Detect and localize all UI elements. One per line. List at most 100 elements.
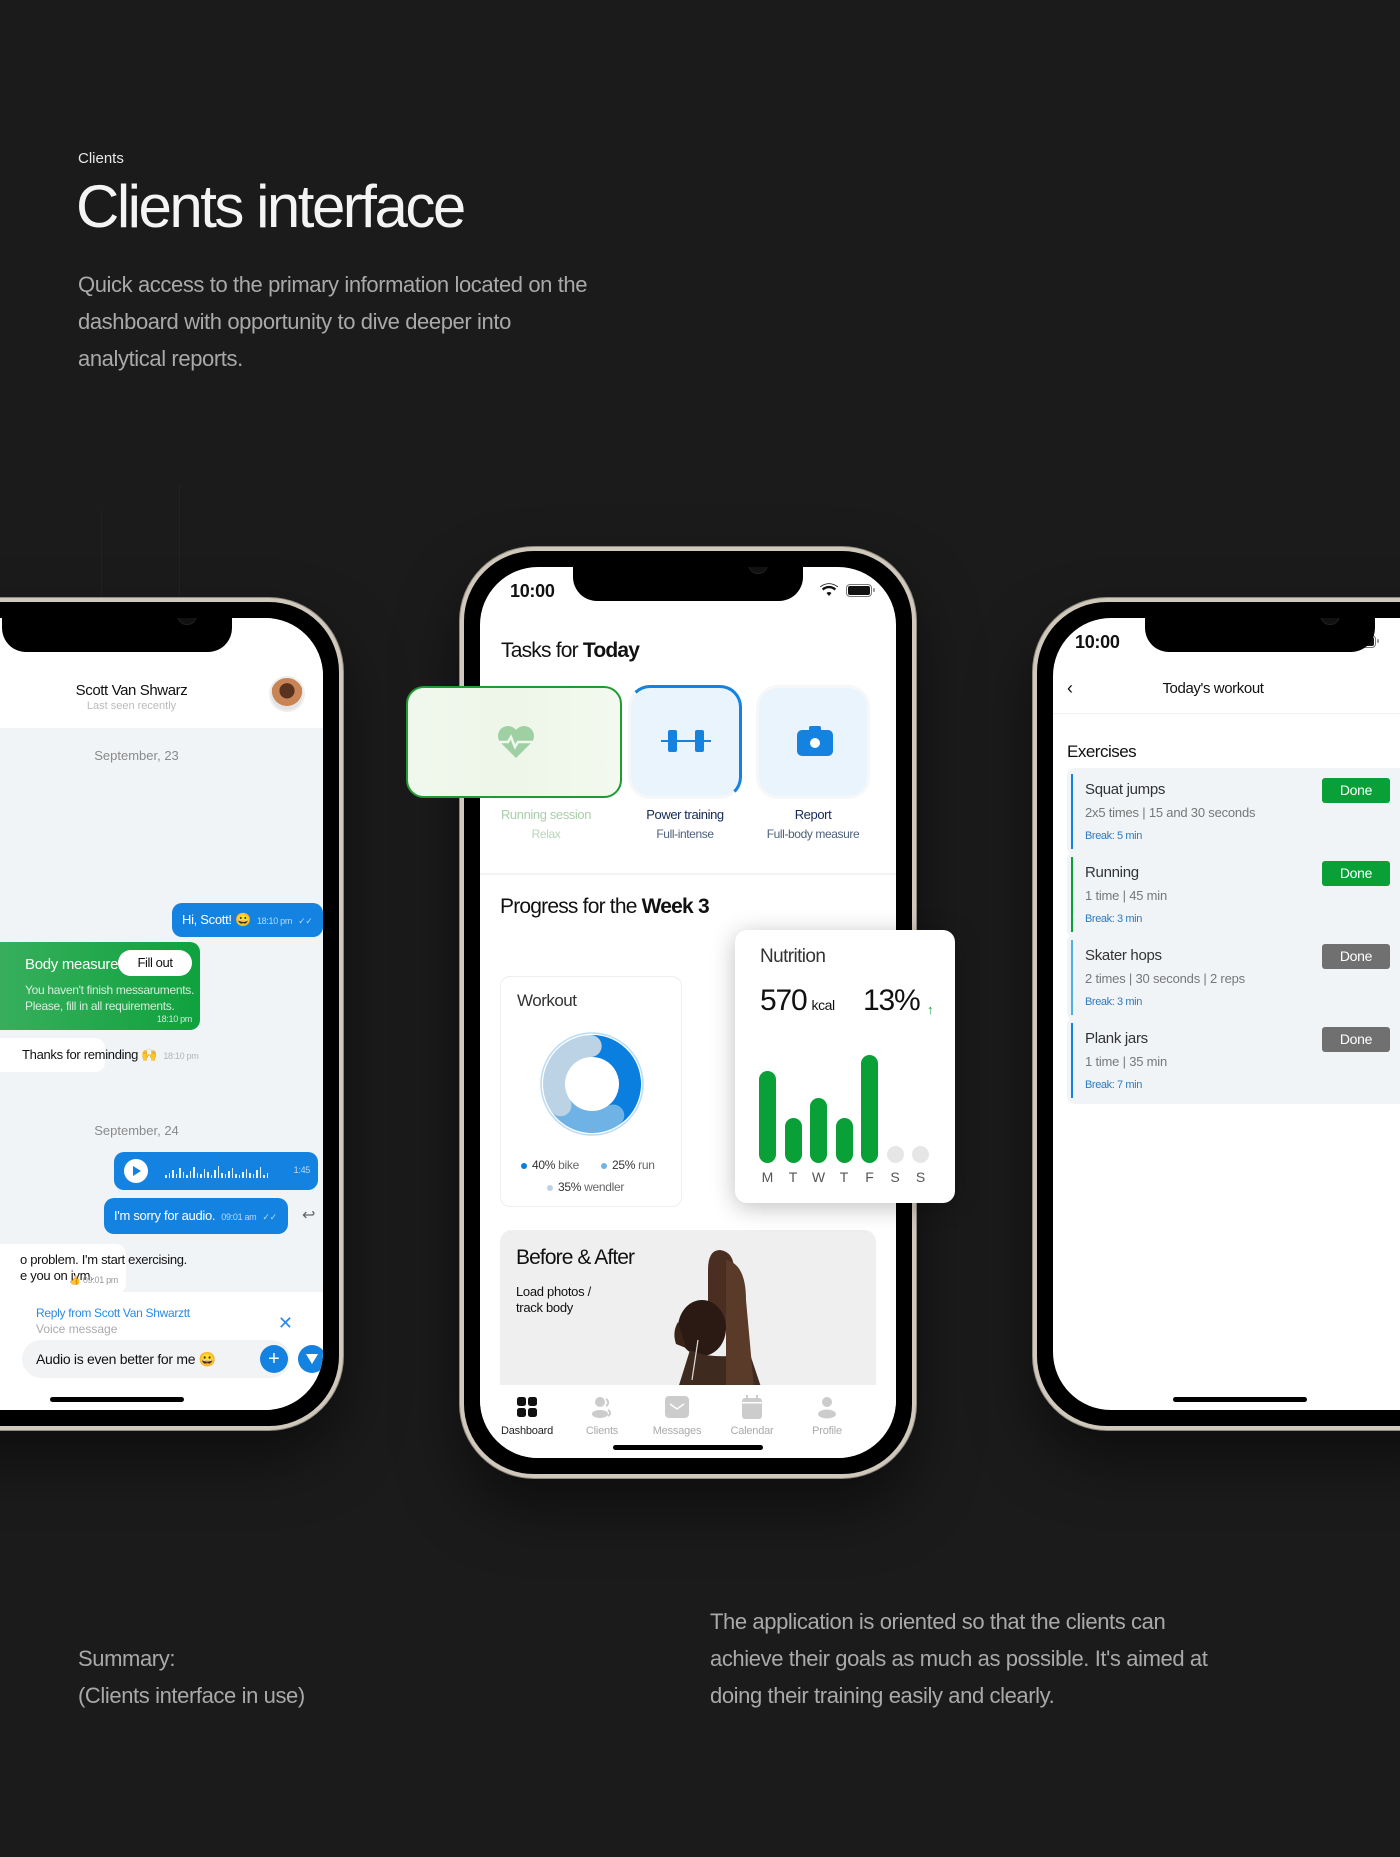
grid-icon	[514, 1395, 540, 1419]
message-time: 18:10 pm	[156, 1014, 192, 1024]
exercise-break: Break: 3 min	[1085, 996, 1142, 1008]
nutrition-bar	[835, 1117, 853, 1163]
camera-icon	[797, 726, 833, 756]
exercise-accent	[1071, 857, 1073, 932]
tasks-title: Tasks for Today	[501, 639, 640, 663]
avatar[interactable]	[269, 676, 305, 712]
done-button[interactable]: Done	[1322, 1027, 1390, 1052]
done-button[interactable]: Done	[1322, 778, 1390, 803]
close-icon[interactable]: ✕	[278, 1314, 293, 1332]
exercise-name: Squat jumps	[1085, 781, 1166, 798]
tab-clients[interactable]: Clients	[565, 1395, 639, 1437]
done-button[interactable]: Done	[1322, 944, 1390, 969]
play-icon[interactable]	[124, 1159, 148, 1183]
exercise-accent	[1071, 940, 1073, 1015]
progress-title: Progress for the Week 3	[500, 895, 710, 919]
exercise-detail: 2 times | 30 seconds | 2 reps	[1085, 971, 1245, 986]
fill-out-button[interactable]: Fill out	[118, 950, 192, 976]
wave-bar	[231, 1168, 234, 1178]
wave-bar	[245, 1169, 248, 1178]
message-time: 18:10 pm	[256, 916, 293, 926]
voice-duration: 1:45	[293, 1165, 311, 1175]
exercise-card[interactable]: Plank jars 1 time | 35 min Break: 7 min Don…	[1067, 1017, 1400, 1104]
bar-label: W	[811, 1169, 826, 1185]
bar-label: S	[915, 1169, 926, 1185]
reply-subtitle: Voice message	[36, 1322, 118, 1336]
message-outgoing[interactable]: I'm sorry for audio. 09:01 am ✓✓	[104, 1198, 288, 1234]
task-label: Running session	[500, 807, 592, 822]
status-time: 10:00	[510, 581, 555, 601]
tab-calendar[interactable]: Calendar	[715, 1395, 789, 1437]
phone-workout: 10:00 ‹ Today's workout Exercises Squat …	[1033, 598, 1400, 1430]
message-outgoing[interactable]: Hi, Scott! 😀 18:10 pm ✓✓	[172, 903, 323, 937]
task-report[interactable]	[756, 685, 870, 799]
wave-bar	[200, 1174, 202, 1178]
arrow-up-icon: ↑	[927, 1002, 934, 1017]
running-session-card-expanded[interactable]	[406, 686, 622, 798]
done-button[interactable]: Done	[1322, 861, 1390, 886]
message-input[interactable]: Audio is even better for me 😀	[22, 1340, 290, 1378]
wave-bar	[235, 1174, 237, 1178]
decorative-line	[179, 484, 180, 600]
send-icon	[306, 1354, 318, 1364]
exercise-card[interactable]: Squat jumps 2x5 times | 15 and 30 seconds…	[1067, 768, 1400, 855]
reply-title: Reply from Scott Van Shwarztt	[36, 1306, 190, 1320]
notch	[573, 567, 803, 601]
before-after-subtitle: Load photos / track body	[516, 1284, 591, 1316]
wave-bar	[252, 1174, 255, 1178]
card-body-line: You haven't finish messaruments.	[25, 983, 195, 997]
reply-arrow-icon[interactable]: ↩	[302, 1205, 315, 1225]
dumbbell-icon	[661, 730, 711, 752]
date-separator: September, 23	[94, 748, 179, 763]
before-after-title: Before & After	[516, 1246, 635, 1269]
exercise-break: Break: 5 min	[1085, 830, 1142, 842]
exercise-card[interactable]: Running 1 time | 45 min Break: 3 min Done	[1067, 851, 1400, 938]
legend-label: wendler	[584, 1180, 625, 1194]
task-power-training[interactable]	[628, 685, 742, 799]
body-measurements-card[interactable]: Body measurements You haven't finish mes…	[0, 942, 200, 1030]
tab-messages[interactable]: Messages	[640, 1395, 714, 1437]
summary-label-line: (Clients interface in use)	[78, 1683, 305, 1708]
workout-card[interactable]: Workout 40% bike 25% run 35% wendler	[500, 976, 682, 1207]
kcal-value: 570 kcal	[760, 984, 835, 1018]
status-icons	[820, 583, 875, 597]
bar-label: T	[839, 1169, 849, 1185]
tab-label: Profile	[812, 1425, 842, 1437]
wave-bar	[256, 1170, 258, 1178]
exercise-detail: 1 time | 35 min	[1085, 1054, 1168, 1069]
legend-label: bike	[558, 1158, 579, 1172]
message-incoming[interactable]: Thanks for reminding 🙌 18:10 pm	[0, 1038, 199, 1072]
wave-bar	[189, 1171, 192, 1178]
add-attachment-button[interactable]: +	[260, 1345, 288, 1373]
legend-item-wendler: 35% wendler	[547, 1180, 624, 1194]
wave-bar	[228, 1171, 230, 1178]
wave-bar	[266, 1173, 269, 1178]
home-indicator	[613, 1445, 763, 1450]
nutrition-bar	[912, 1146, 929, 1163]
divider	[480, 873, 896, 875]
calendar-icon	[739, 1395, 765, 1419]
wave-bar	[217, 1166, 220, 1178]
tab-profile[interactable]: Profile	[790, 1395, 864, 1437]
summary-label: Summary: (Clients interface in use)	[78, 1640, 305, 1714]
exercise-break: Break: 7 min	[1085, 1079, 1142, 1091]
nutrition-card[interactable]: Nutrition 570 kcal 13% ↑ MTWTFSS	[735, 930, 955, 1203]
exercise-card[interactable]: Skater hops 2 times | 30 seconds | 2 reps…	[1067, 934, 1400, 1021]
message-text: I'm sorry for audio.	[114, 1208, 216, 1223]
card-body-line: Please, fill in all requirements.	[25, 999, 175, 1013]
wave-bar	[179, 1168, 181, 1178]
message-time: 09:01 am	[221, 1212, 257, 1222]
voice-message[interactable]: 1:45	[114, 1152, 318, 1190]
wave-bar	[186, 1175, 188, 1178]
bar-label: F	[865, 1169, 874, 1185]
wave-bar	[175, 1174, 178, 1178]
exercise-accent	[1071, 774, 1073, 849]
send-button[interactable]	[298, 1345, 323, 1373]
kcal-number: 570	[760, 984, 808, 1017]
notch	[1144, 618, 1375, 652]
legend-item-bike: 40% bike	[521, 1158, 579, 1172]
subtitle-line: track body	[516, 1300, 573, 1315]
before-after-card[interactable]: Before & After Load photos / track body	[500, 1230, 876, 1410]
tab-dashboard[interactable]: Dashboard	[490, 1395, 564, 1437]
message-incoming[interactable]: o problem. I'm start exercising. e you o…	[0, 1244, 187, 1294]
